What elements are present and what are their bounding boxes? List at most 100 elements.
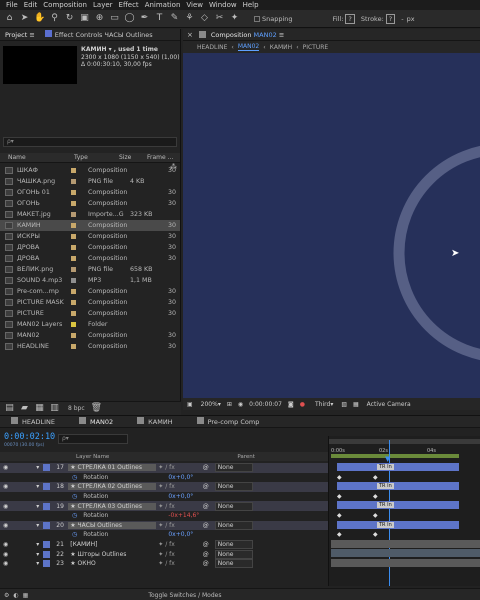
stroke-control[interactable]: Stroke: ? - px bbox=[361, 13, 415, 24]
tab-project[interactable]: Project ≡ bbox=[0, 29, 40, 41]
keyframe-icon[interactable]: ◆ bbox=[373, 531, 378, 538]
layer-duration-bar[interactable] bbox=[337, 520, 459, 529]
layer-label-color[interactable] bbox=[43, 483, 51, 491]
layer-row[interactable]: ◉ ▾ 23 ★ ОКНО ✦ / fx @ None bbox=[0, 559, 328, 569]
keyframe-icon[interactable]: ◆ bbox=[373, 474, 378, 481]
timeline-tab-1[interactable]: MAN02 bbox=[74, 416, 118, 428]
lock-icon[interactable]: ▾ bbox=[36, 503, 39, 510]
switches-icon[interactable]: ✦ / fx bbox=[158, 551, 175, 558]
timeline-timecode[interactable]: 0:00:02:10 bbox=[4, 432, 55, 442]
parent-dropdown[interactable]: None bbox=[214, 463, 253, 473]
parent-pickwhip-icon[interactable]: @ bbox=[203, 560, 209, 567]
camera-view-dropdown[interactable]: Active Camera bbox=[367, 401, 411, 408]
project-item[interactable]: Pre-com...mp Composition 30 bbox=[0, 286, 180, 297]
layer-duration-bar[interactable] bbox=[331, 549, 480, 558]
layer-label-color[interactable] bbox=[43, 521, 51, 529]
col-size-header[interactable]: Size bbox=[119, 154, 147, 161]
eye-icon[interactable]: ◉ bbox=[3, 464, 8, 471]
switches-icon[interactable]: ✦ / fx bbox=[158, 541, 175, 548]
region-icon[interactable]: ▧ bbox=[341, 401, 347, 408]
stopwatch-icon[interactable]: ◷ bbox=[72, 493, 77, 500]
camera-icon[interactable]: ◙ bbox=[288, 401, 294, 408]
brush-tool-icon[interactable]: ✎ bbox=[169, 13, 180, 24]
layer-row[interactable]: ◉ ▾ 21 [КАМИН] ✦ / fx @ None bbox=[0, 540, 328, 550]
timeline-tab-2[interactable]: КАМИН bbox=[132, 416, 177, 428]
stopwatch-icon[interactable]: ◷ bbox=[72, 474, 77, 481]
color-channel-icon[interactable]: ● bbox=[300, 401, 305, 408]
time-navigator[interactable] bbox=[329, 439, 480, 444]
menu-item-effect[interactable]: Effect bbox=[119, 1, 139, 9]
ellipse-tool-icon[interactable]: ◯ bbox=[124, 13, 135, 24]
parent-dropdown[interactable]: None bbox=[214, 520, 253, 530]
timeline-tab-0[interactable]: HEADLINE bbox=[6, 416, 60, 428]
label-color-swatch[interactable] bbox=[71, 234, 76, 239]
project-item[interactable]: ШКАФ Composition 30 bbox=[0, 165, 180, 176]
layer-row[interactable]: ◉ ▾ 20 ★ ЧАСЫ Outlines ✦ / fx @ None bbox=[0, 520, 328, 531]
timeline-graph-area[interactable]: 0:00s 02s 04s ▼ TR In ◆ ◆ TR In ◆ ◆ TR In ◆ ◆ TR In… bbox=[328, 436, 480, 586]
switches-icon[interactable]: ✦ / fx bbox=[158, 464, 175, 471]
grid-icon[interactable]: ⊞ bbox=[227, 401, 232, 408]
project-item[interactable]: ДРОВА Composition 30 bbox=[0, 253, 180, 264]
switches-icon[interactable]: ✦ / fx bbox=[158, 522, 175, 529]
layer-duration-bar[interactable] bbox=[337, 463, 459, 471]
keyframe-icon[interactable]: ◆ bbox=[373, 512, 378, 519]
col-type-header[interactable]: Type bbox=[74, 154, 119, 161]
property-value[interactable]: -0x+14,6° bbox=[168, 512, 199, 519]
project-item[interactable]: ОГОНЬ 01 Composition 30 bbox=[0, 187, 180, 198]
eye-icon[interactable]: ◉ bbox=[3, 522, 8, 529]
bit-depth-button[interactable]: 8 bpc bbox=[68, 405, 85, 412]
label-color-swatch[interactable] bbox=[71, 223, 76, 228]
trash-icon[interactable]: 🗑 bbox=[91, 403, 102, 414]
selection-tool-icon[interactable]: ➤ bbox=[19, 13, 30, 24]
eye-icon[interactable]: ◉ bbox=[3, 541, 8, 548]
new-folder-icon[interactable]: ▰ bbox=[19, 403, 30, 414]
label-color-swatch[interactable] bbox=[71, 300, 76, 305]
snapping-toggle[interactable]: Snapping bbox=[254, 15, 293, 23]
layer-name[interactable]: ★ ЧАСЫ Outlines bbox=[68, 521, 157, 529]
parent-dropdown[interactable]: None bbox=[214, 482, 253, 492]
parent-pickwhip-icon[interactable]: @ bbox=[203, 551, 209, 558]
parent-pickwhip-icon[interactable]: @ bbox=[203, 483, 209, 490]
menu-item-composition[interactable]: Composition bbox=[43, 1, 87, 9]
home-icon[interactable]: ⌂ bbox=[4, 13, 15, 24]
layer-name[interactable]: ★ Шторы Outlines bbox=[68, 551, 156, 558]
parent-pickwhip-icon[interactable]: @ bbox=[203, 522, 209, 529]
shy-icon[interactable]: ◐ bbox=[13, 592, 18, 599]
transition-in-marker[interactable]: TR In bbox=[377, 464, 394, 470]
label-color-swatch[interactable] bbox=[71, 333, 76, 338]
layer-name[interactable]: ★ СТРЕЛКА 01 Outlines bbox=[68, 464, 157, 472]
label-color-swatch[interactable] bbox=[71, 322, 76, 327]
layer-property-row[interactable]: ◷ Rotation 0x+0,0° bbox=[0, 530, 328, 540]
label-color-swatch[interactable] bbox=[71, 190, 76, 195]
transition-in-marker[interactable]: TR In bbox=[377, 483, 394, 490]
parent-dropdown[interactable]: None bbox=[214, 540, 253, 550]
switches-icon[interactable]: ✦ / fx bbox=[158, 483, 175, 490]
tab-effect-controls[interactable]: Effect Controls ЧАСЫ Outlines bbox=[40, 29, 158, 41]
lock-icon[interactable]: ▾ bbox=[36, 483, 39, 490]
property-value[interactable]: 0x+0,0° bbox=[168, 493, 193, 500]
keyframe-icon[interactable]: ◆ bbox=[337, 531, 342, 538]
playhead-handle-icon[interactable]: ▼ bbox=[385, 455, 390, 463]
viewer-close-icon[interactable]: × bbox=[187, 31, 193, 39]
lock-icon[interactable]: ▾ bbox=[36, 464, 39, 471]
hand-tool-icon[interactable]: ✋ bbox=[34, 13, 45, 24]
stroke-width-value[interactable]: - bbox=[401, 15, 403, 23]
layer-duration-bar[interactable] bbox=[337, 501, 459, 510]
eraser-tool-icon[interactable]: ◇ bbox=[199, 13, 210, 24]
keyframe-icon[interactable]: ◆ bbox=[337, 493, 342, 500]
flowchart-icon[interactable]: ⁂ bbox=[170, 163, 177, 171]
layer-name[interactable]: ★ СТРЕЛКА 03 Outlines bbox=[68, 502, 157, 510]
project-item[interactable]: SOUND 4.mp3 MP3 1,1 MB bbox=[0, 275, 180, 286]
label-color-swatch[interactable] bbox=[71, 168, 76, 173]
crumb-0[interactable]: HEADLINE bbox=[197, 44, 227, 51]
keyframe-icon[interactable]: ◆ bbox=[373, 493, 378, 500]
property-value[interactable]: 0x+0,0° bbox=[168, 531, 193, 538]
layer-property-row[interactable]: ◷ Rotation -0x+14,6° bbox=[0, 511, 328, 521]
fill-control[interactable]: Fill: ? bbox=[333, 13, 355, 24]
layer-label-color[interactable] bbox=[43, 464, 51, 472]
menu-item-help[interactable]: Help bbox=[243, 1, 259, 9]
project-item[interactable]: PICTURE MASK Composition 30 bbox=[0, 297, 180, 308]
label-color-swatch[interactable] bbox=[71, 289, 76, 294]
roto-tool-icon[interactable]: ✂ bbox=[214, 13, 225, 24]
label-color-swatch[interactable] bbox=[71, 267, 76, 272]
